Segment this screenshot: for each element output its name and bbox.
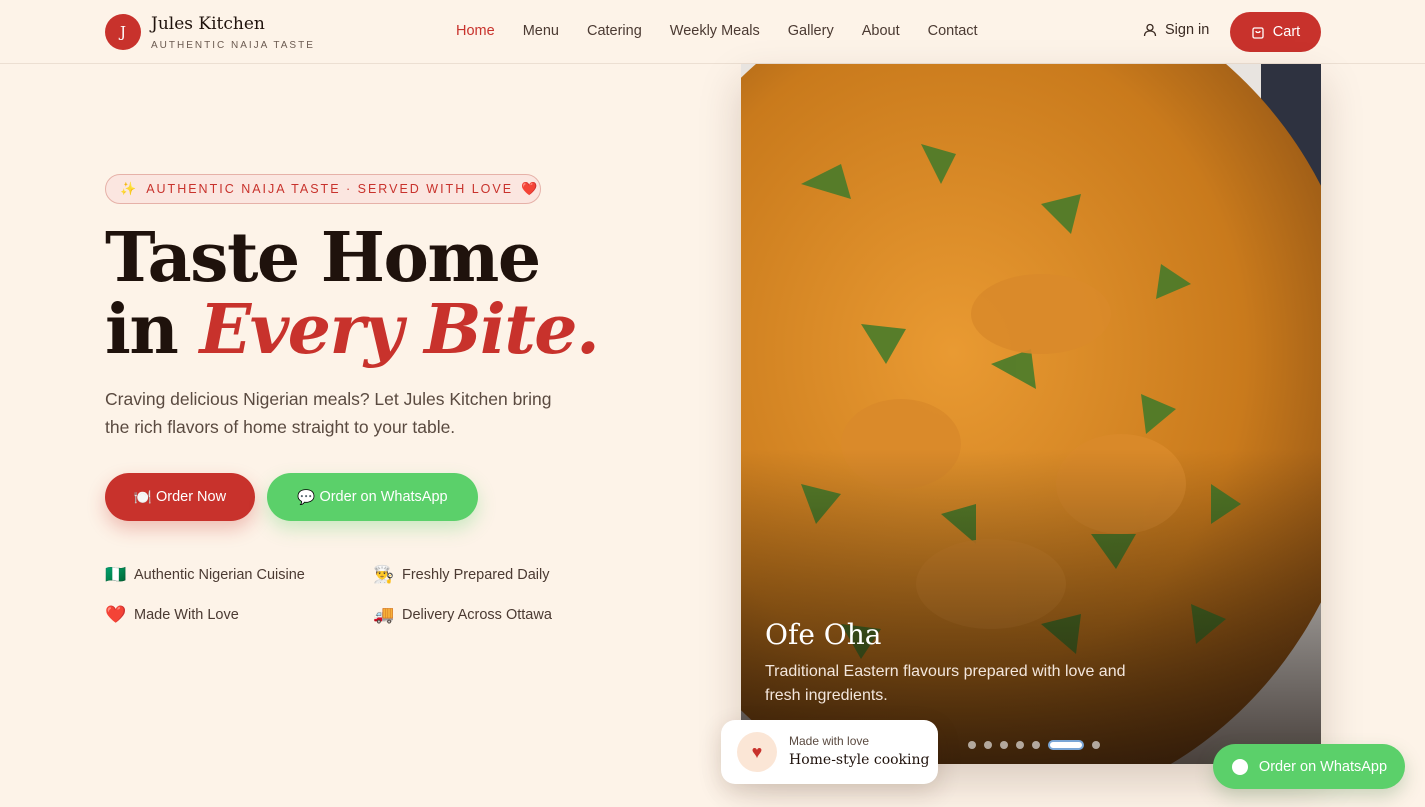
nigeria-flag-icon: 🇳🇬 bbox=[105, 565, 127, 584]
order-whatsapp-label: Order on WhatsApp bbox=[319, 489, 448, 505]
chef-icon: 👨‍🍳 bbox=[373, 565, 395, 584]
user-icon bbox=[1143, 23, 1157, 37]
delivery-truck-icon: 🚚 bbox=[373, 605, 395, 624]
feature-label: Delivery Across Ottawa bbox=[402, 607, 552, 623]
carousel-dot[interactable] bbox=[968, 741, 976, 749]
feature-label: Freshly Prepared Daily bbox=[402, 567, 550, 583]
headline-in: in bbox=[105, 290, 179, 370]
bag-icon bbox=[1252, 27, 1264, 39]
heart-icon: ❤️ bbox=[521, 181, 540, 196]
feature-fresh: 👨‍🍳 Freshly Prepared Daily bbox=[373, 565, 549, 585]
brand-name[interactable]: Jules Kitchen bbox=[151, 14, 265, 34]
site-header: J Jules Kitchen AUTHENTIC NAIJA TASTE Ho… bbox=[0, 0, 1425, 64]
feature-love: ❤️ Made With Love bbox=[105, 605, 239, 625]
feature-label: Authentic Nigerian Cuisine bbox=[134, 567, 305, 583]
floating-whatsapp-label: Order on WhatsApp bbox=[1258, 758, 1388, 775]
carousel-dots bbox=[968, 740, 1100, 750]
feature-label: Made With Love bbox=[134, 607, 239, 623]
nav-menu[interactable]: Menu bbox=[523, 23, 559, 39]
carousel-dot[interactable] bbox=[1032, 741, 1040, 749]
heart-icon: ♥ bbox=[737, 732, 777, 772]
carousel-dot[interactable] bbox=[1000, 741, 1008, 749]
main-nav: Home Menu Catering Weekly Meals Gallery … bbox=[456, 23, 978, 39]
order-now-label: Order Now bbox=[155, 489, 227, 505]
nav-about[interactable]: About bbox=[862, 23, 900, 39]
pill-text: AUTHENTIC NAIJA TASTE · SERVED WITH LOVE bbox=[146, 182, 514, 196]
hero-dish-image bbox=[741, 64, 1321, 764]
carousel-dot[interactable] bbox=[1092, 741, 1100, 749]
love-card-big: Home-style cooking bbox=[789, 752, 930, 768]
hero-subtext: Craving delicious Nigerian meals? Let Ju… bbox=[105, 389, 552, 437]
slide-title: Ofe Oha bbox=[765, 618, 882, 651]
signin-link[interactable]: Sign in bbox=[1143, 22, 1209, 38]
sparkle-icon: ✨ bbox=[120, 181, 139, 196]
hero-headline: Taste Home in Every Bite. bbox=[105, 222, 600, 366]
headline-accent: Every Bite. bbox=[199, 290, 599, 370]
cart-button[interactable]: Cart bbox=[1230, 12, 1321, 52]
headline-line1: Taste Home bbox=[105, 218, 541, 298]
nav-weekly-meals[interactable]: Weekly Meals bbox=[670, 23, 760, 39]
cart-label: Cart bbox=[1272, 24, 1301, 40]
heart-icon: ❤️ bbox=[105, 605, 127, 624]
nav-home[interactable]: Home bbox=[456, 23, 495, 39]
carousel-dot[interactable] bbox=[984, 741, 992, 749]
chat-bubble-icon: 💬 bbox=[297, 489, 316, 506]
brand-tagline: AUTHENTIC NAIJA TASTE bbox=[151, 40, 315, 51]
carousel-dot[interactable] bbox=[1016, 741, 1024, 749]
nav-contact[interactable]: Contact bbox=[928, 23, 978, 39]
signin-label: Sign in bbox=[1165, 22, 1210, 38]
nav-gallery[interactable]: Gallery bbox=[788, 23, 834, 39]
dish-photo bbox=[741, 64, 1321, 764]
hero-pill-badge: ✨ AUTHENTIC NAIJA TASTE · SERVED WITH LO… bbox=[105, 174, 541, 204]
made-with-love-card: ♥ Made with love Home-style cooking bbox=[721, 720, 938, 784]
love-card-small: Made with love bbox=[789, 734, 870, 748]
floating-whatsapp-button[interactable]: Order on WhatsApp bbox=[1213, 744, 1405, 789]
slide-description: Traditional Eastern flavours prepared wi… bbox=[765, 663, 1126, 704]
order-now-button[interactable]: 🍽️ Order Now bbox=[105, 473, 255, 521]
feature-delivery: 🚚 Delivery Across Ottawa bbox=[373, 605, 552, 625]
order-whatsapp-button[interactable]: 💬 Order on WhatsApp bbox=[267, 473, 478, 521]
whatsapp-icon bbox=[1231, 758, 1248, 775]
nav-catering[interactable]: Catering bbox=[587, 23, 642, 39]
plate-icon: 🍽️ bbox=[133, 489, 152, 506]
logo-badge[interactable]: J bbox=[105, 14, 141, 50]
feature-authentic: 🇳🇬 Authentic Nigerian Cuisine bbox=[105, 565, 305, 585]
carousel-dot-active[interactable] bbox=[1048, 740, 1084, 750]
